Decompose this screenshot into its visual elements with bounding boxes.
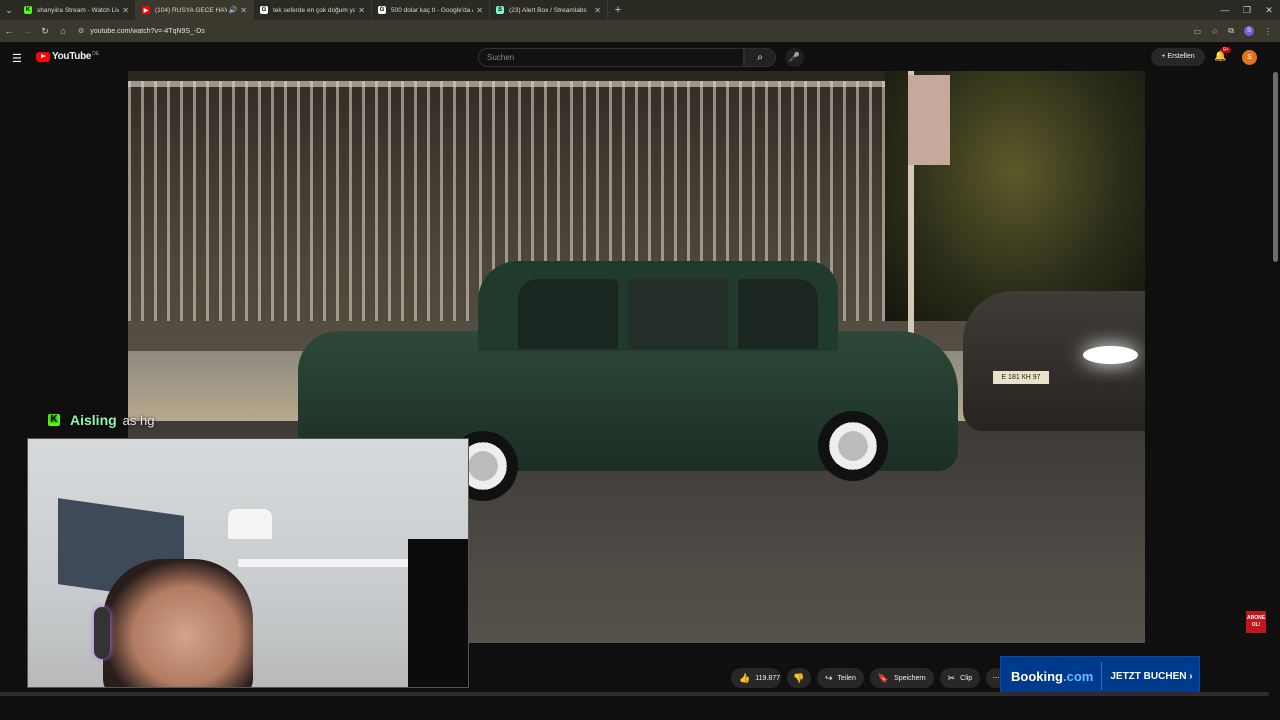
- booking-ad-banner[interactable]: Booking.com JETZT BUCHEN ›: [1000, 656, 1200, 696]
- browser-tab-kick[interactable]: K shanyiira Stream - Watch Live o ✕: [18, 0, 136, 20]
- search-input[interactable]: Suchen: [478, 48, 744, 67]
- tab-title: tek seferde en çok doğum yapa: [273, 6, 356, 14]
- microphone-icon[interactable]: 🎤: [785, 48, 804, 67]
- like-button[interactable]: 👍 119.877: [731, 668, 781, 688]
- browser-tab-youtube[interactable]: ▶ (104) RUSYA GECE HAYATI 🔊 ✕: [136, 0, 254, 20]
- youtube-icon: ▶: [142, 6, 150, 14]
- bookmark-icon: 🔖: [877, 672, 890, 683]
- tab-title: (104) RUSYA GECE HAYATI: [155, 6, 227, 14]
- scissors-icon: ✂: [947, 672, 956, 683]
- new-tab-button[interactable]: +: [608, 4, 628, 16]
- home-icon[interactable]: ⌂: [54, 26, 72, 36]
- country-code: DE: [92, 51, 100, 57]
- close-icon[interactable]: ✕: [358, 6, 365, 15]
- dislike-button[interactable]: 👎: [787, 668, 811, 688]
- tab-title: 500 dolar kaç tl - Google'da Ar: [391, 6, 474, 14]
- speaker-icon[interactable]: 🔊: [229, 6, 238, 14]
- chat-text: as hg: [122, 412, 155, 428]
- clip-label: Clip: [960, 674, 973, 682]
- reload-icon[interactable]: ↻: [36, 26, 54, 37]
- youtube-logo[interactable]: YouTube DE: [36, 51, 99, 62]
- minimize-icon[interactable]: —: [1214, 0, 1236, 20]
- hamburger-menu-icon[interactable]: ☰: [12, 52, 22, 65]
- avatar[interactable]: S: [1242, 50, 1257, 65]
- webcam-overlay: [27, 438, 469, 688]
- restore-icon[interactable]: ❐: [1236, 0, 1258, 20]
- youtube-play-icon: [36, 51, 50, 62]
- tab-search-icon[interactable]: ⌄: [0, 0, 18, 20]
- address-bar-actions: ▭ ☆ ⧉ S ⋮: [1194, 20, 1272, 42]
- create-label: Erstellen: [1167, 53, 1195, 60]
- browser-tab-streamlabs[interactable]: S (23) Alert Box / Streamlabs ✕: [490, 0, 608, 20]
- address-bar: ← → ↻ ⌂ ⚙ youtube.com/watch?v=-4TqN9S_-D…: [0, 20, 1280, 42]
- bookmark-star-icon[interactable]: ☆: [1211, 27, 1218, 36]
- save-label: Speichern: [894, 674, 926, 682]
- thumbs-up-icon: 👍: [739, 672, 751, 683]
- save-button[interactable]: 🔖 Speichern: [869, 668, 934, 688]
- back-arrow-icon[interactable]: ←: [0, 26, 18, 36]
- tab-title: (23) Alert Box / Streamlabs: [509, 6, 587, 14]
- url-field[interactable]: ⚙ youtube.com/watch?v=-4TqN9S_-Ds: [78, 23, 1178, 39]
- more-icon: ⋯: [992, 675, 1000, 682]
- bell-icon[interactable]: 🔔 9+: [1214, 47, 1231, 62]
- booking-logo: Booking.com: [1011, 668, 1094, 684]
- url-text: youtube.com/watch?v=-4TqN9S_-Ds: [90, 27, 205, 35]
- video-scene-second-car: Е 181 КН 97: [963, 291, 1145, 431]
- close-icon[interactable]: ✕: [476, 6, 483, 15]
- site-info-icon[interactable]: ⚙: [78, 27, 84, 35]
- close-window-icon[interactable]: ✕: [1258, 0, 1280, 20]
- youtube-header: ☰ YouTube DE Suchen ⌕ 🎤 + Erstellen 🔔 9+ …: [0, 42, 1280, 72]
- create-button[interactable]: + Erstellen: [1151, 48, 1205, 66]
- subscribe-widget: ABONE OL!: [1246, 611, 1266, 633]
- webcam-streamer: [103, 559, 253, 687]
- cast-icon[interactable]: ▭: [1194, 27, 1202, 36]
- ad-divider: [1101, 662, 1103, 690]
- video-actions: 👍 119.877 👎 ↪ Teilen 🔖 Speichern ✂ Clip ⋯: [731, 668, 1007, 688]
- tab-title: shanyiira Stream - Watch Live o: [37, 6, 120, 14]
- profile-avatar[interactable]: S: [1244, 26, 1254, 36]
- chat-message-overlay: K Aisling as hg: [48, 412, 154, 428]
- chat-username: Aisling: [70, 412, 117, 428]
- browser-tab-strip: ⌄ K shanyiira Stream - Watch Live o ✕ ▶ …: [0, 0, 1280, 20]
- browser-menu-icon[interactable]: ⋮: [1264, 27, 1272, 36]
- ad-cta-button[interactable]: JETZT BUCHEN ›: [1110, 671, 1192, 682]
- google-icon: G: [378, 6, 386, 14]
- video-scene-sign: [908, 75, 950, 165]
- kick-icon: K: [24, 6, 32, 14]
- close-icon[interactable]: ✕: [240, 6, 247, 15]
- search-icon[interactable]: ⌕: [744, 48, 776, 67]
- thumbs-down-icon: 👎: [793, 672, 805, 683]
- license-plate: Е 181 КН 97: [993, 371, 1049, 384]
- youtube-wordmark: YouTube: [52, 51, 92, 62]
- google-icon: G: [260, 6, 268, 14]
- video-scene-fence-rail: [128, 81, 908, 87]
- share-icon: ↪: [825, 672, 833, 683]
- browser-tab-google-2[interactable]: G 500 dolar kaç tl - Google'da Ar ✕: [372, 0, 490, 20]
- window-controls: — ❐ ✕: [1214, 0, 1280, 20]
- streamlabs-icon: S: [496, 6, 504, 14]
- horizontal-scrollbar[interactable]: [0, 692, 1270, 696]
- clip-button[interactable]: ✂ Clip: [939, 668, 981, 688]
- share-label: Teilen: [837, 674, 856, 682]
- like-count: 119.877: [755, 674, 781, 682]
- close-icon[interactable]: ✕: [594, 6, 601, 15]
- browser-tab-google-1[interactable]: G tek seferde en çok doğum yapa ✕: [254, 0, 372, 20]
- extensions-icon[interactable]: ⧉: [1228, 26, 1234, 36]
- notification-badge: 9+: [1221, 47, 1231, 53]
- webcam-lamp: [228, 509, 272, 539]
- vertical-scrollbar[interactable]: [1273, 72, 1278, 262]
- kick-icon: K: [48, 414, 60, 426]
- headset-icon: [94, 607, 110, 659]
- webcam-monitor: [408, 539, 468, 687]
- share-button[interactable]: ↪ Teilen: [817, 668, 864, 688]
- close-icon[interactable]: ✕: [122, 6, 129, 15]
- forward-arrow-icon[interactable]: →: [18, 26, 36, 36]
